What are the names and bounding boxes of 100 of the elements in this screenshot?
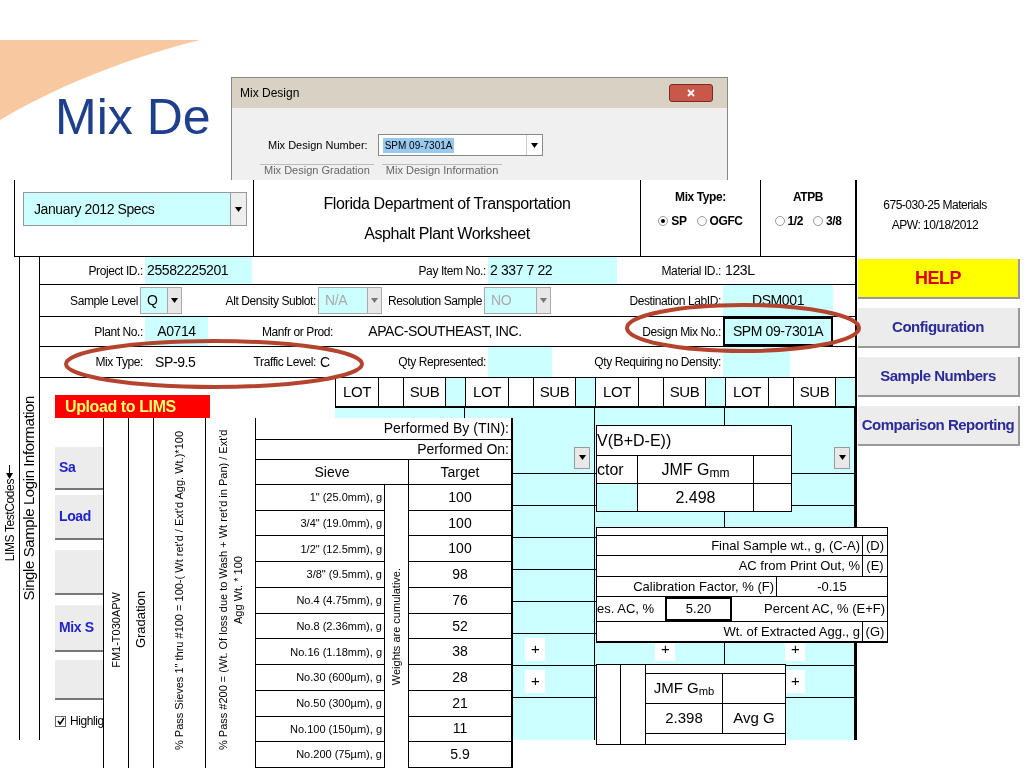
- form-code: 675-030-25 Materials: [883, 197, 987, 214]
- table-cell: 100: [409, 485, 511, 511]
- group-label: Mix Type:: [675, 189, 726, 206]
- dropdown-button[interactable]: [574, 446, 590, 469]
- action-button[interactable]: Mix S: [55, 605, 103, 652]
- table-cell: [706, 378, 725, 406]
- vertical-label: FM1-T030APW: [108, 592, 123, 668]
- down-arrow-icon: [6, 465, 13, 480]
- dropdown-arrow-icon: [838, 455, 846, 460]
- formula-text: V(B+D-E)): [597, 430, 672, 451]
- value-field[interactable]: APAC-SOUTHEAST, INC.: [335, 317, 555, 346]
- field-label: Calibration Factor, % (F): [597, 576, 777, 596]
- field-label: Resolution Sample: [388, 292, 482, 310]
- field-label: Mix Type:: [95, 354, 143, 371]
- dropdown-arrow-icon: [530, 142, 538, 148]
- lot-header: LOT: [726, 378, 769, 406]
- dropdown[interactable]: Q: [140, 287, 182, 314]
- worksheet-title: Florida Department of Transportation: [323, 194, 571, 214]
- column-header: JMF G$_{mm}$: [638, 456, 754, 483]
- value-field[interactable]: 2 337 7 22: [488, 257, 617, 284]
- radio-button[interactable]: [774, 216, 785, 226]
- field-label: Plant No.:: [94, 323, 143, 341]
- table-cell: [446, 378, 465, 406]
- upload-button[interactable]: Upload to LIMS: [55, 395, 210, 418]
- help-button[interactable]: HELP: [858, 259, 1020, 299]
- vertical-label: % Pass #200 = (Wt. Of loss due to Wash + Wt ret'd in Pan) / Ext'd Agg Wt. * 100: [215, 428, 245, 753]
- field-label: Traffic Level:: [253, 354, 316, 371]
- value-field[interactable]: 5.20: [665, 597, 732, 621]
- value-field[interactable]: SPM 09-7301A: [723, 317, 833, 346]
- table-cell: No.16 (1.18mm), g: [256, 639, 384, 666]
- plus-mark: +: [785, 670, 806, 693]
- table-cell: [836, 378, 855, 406]
- field-label: Manfr or Prod:: [261, 323, 333, 341]
- radio-label: SP: [671, 213, 687, 230]
- group-label: Mix Design Gradation: [260, 164, 374, 176]
- table-cell: 76: [409, 587, 511, 614]
- table-cell: 1/2" (12.5mm), g: [256, 536, 384, 563]
- lot-header: LOT: [596, 378, 639, 406]
- action-button[interactable]: Sa: [55, 447, 103, 490]
- vertical-label: Gradation: [132, 590, 150, 648]
- value-field[interactable]: -0.15: [777, 576, 887, 596]
- side-button[interactable]: Configuration: [858, 308, 1020, 348]
- combo-box[interactable]: SPM 09-7301A: [377, 134, 543, 156]
- field-label: Wt. of Extracted Agg., g: [597, 621, 863, 641]
- dropdown-button[interactable]: [834, 446, 850, 469]
- dropdown-arrow-icon: [235, 206, 242, 212]
- side-button[interactable]: Sample Numbers: [858, 357, 1020, 397]
- code-label: (E): [865, 557, 885, 575]
- table-cell: 3/4" (19.0mm), g: [256, 510, 384, 537]
- worksheet-title: Asphalt Plant Worksheet: [364, 224, 530, 244]
- field-label: AC from Print Out, %: [597, 556, 863, 576]
- table-cell: 2.398: [646, 704, 723, 733]
- radio-label: 3/8: [826, 213, 842, 230]
- table-cell: No.8 (2.36mm), g: [256, 613, 384, 640]
- table-cell-text: Avg G: [732, 708, 776, 729]
- value-field[interactable]: 123L: [723, 257, 855, 284]
- column-header: ctor: [597, 456, 638, 483]
- table-cell: 11: [409, 716, 511, 743]
- field-label: Project ID.:: [88, 262, 143, 280]
- table-cell: 28: [409, 665, 511, 691]
- slide-title: Mix De: [55, 92, 211, 142]
- table-cell: [576, 378, 595, 406]
- vertical-label: Single Sample Login Information: [19, 396, 39, 601]
- lot-header: LOT: [466, 378, 509, 406]
- radio-button[interactable]: [696, 216, 707, 226]
- field-label: Alt Density Sublot:: [225, 292, 316, 310]
- field-label: Design Mix No.:: [642, 323, 721, 341]
- field-label: es. AC, %: [597, 600, 656, 618]
- window-title: Mix Design: [240, 85, 300, 102]
- field-label: Performed By (TIN):: [383, 419, 509, 438]
- action-button[interactable]: [55, 660, 103, 700]
- specs-dropdown[interactable]: January 2012 Specs: [23, 192, 247, 226]
- value-field[interactable]: [488, 347, 552, 377]
- table-cell: 100: [409, 536, 511, 563]
- field-label: Final Sample wt., g, (C-A): [597, 535, 863, 555]
- close-button[interactable]: [669, 84, 713, 102]
- radio-button[interactable]: [658, 216, 669, 226]
- action-button[interactable]: [55, 550, 103, 595]
- plus-mark: +: [525, 670, 546, 693]
- value-field[interactable]: 25582225201: [145, 257, 252, 284]
- field-label: Material ID.:: [661, 262, 721, 280]
- table-cell: 5.9: [409, 742, 511, 768]
- checkbox[interactable]: [55, 715, 66, 727]
- value-field[interactable]: C: [318, 347, 348, 377]
- radio-label: OGFC: [709, 213, 743, 230]
- radio-button[interactable]: [813, 216, 823, 226]
- form-code: APW: 10/18/2012: [891, 217, 979, 234]
- table-cell: No.100 (150µm), g: [256, 716, 384, 743]
- column-header: Target: [439, 462, 481, 482]
- table-cell: 38: [409, 639, 511, 666]
- vertical-label: % Pass Sieves 1" thru #100 = 100-( Wt ret'd / Ext'd Agg. Wt.)*100: [172, 429, 186, 752]
- table-cell: 21: [409, 690, 511, 717]
- field-label: Mix Design Number:: [268, 137, 368, 153]
- dropdown-arrow-icon: [171, 298, 178, 303]
- field-label: Percent AC, % (E+F): [763, 600, 886, 618]
- vertical-label: LIMS TestCodes: [1, 479, 18, 562]
- action-button[interactable]: Load: [55, 495, 103, 540]
- side-button[interactable]: Comparison Reporting: [858, 406, 1020, 446]
- column-header: JMF G$_{mb}$: [646, 674, 723, 703]
- value-field[interactable]: SP-9.5: [145, 347, 205, 377]
